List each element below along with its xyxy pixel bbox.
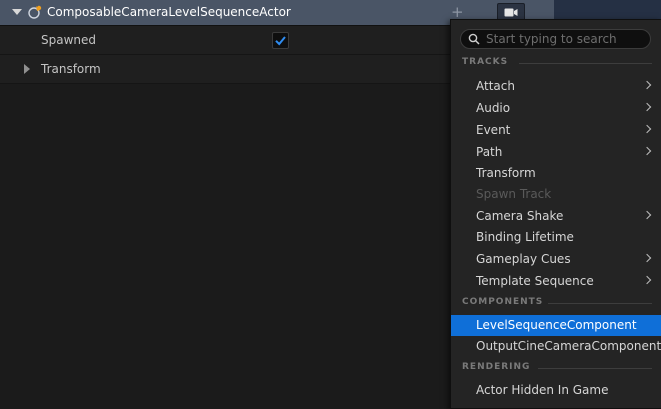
property-row-spawned: Spawned	[0, 26, 450, 55]
menu-item-attach[interactable]: Attach	[451, 76, 661, 97]
menu-item-output-cine-camera-component[interactable]: OutputCineCameraComponent	[451, 336, 661, 357]
chevron-right-icon	[642, 124, 652, 134]
chevron-right-icon	[642, 80, 652, 90]
actor-icon	[27, 4, 43, 20]
chevron-right-icon	[642, 210, 652, 220]
spawned-checkbox[interactable]	[272, 32, 289, 49]
menu-item-camera-shake[interactable]: Camera Shake	[451, 206, 661, 227]
menu-item-gameplay-cues[interactable]: Gameplay Cues	[451, 249, 661, 270]
menu-item-template-sequence[interactable]: Template Sequence	[451, 271, 661, 292]
collapse-arrow-icon[interactable]	[12, 9, 22, 15]
chevron-right-icon	[642, 146, 652, 156]
menu-item-actor-hidden-in-game[interactable]: Actor Hidden In Game	[451, 380, 661, 401]
sequencer-panel: ComposableCameraLevelSequenceActor + Spa…	[0, 0, 661, 409]
chevron-right-icon	[642, 102, 652, 112]
menu-item-transform[interactable]: Transform	[451, 163, 661, 184]
property-label: Spawned	[41, 33, 97, 47]
details-empty-area	[0, 85, 450, 409]
menu-item-event[interactable]: Event	[451, 120, 661, 141]
add-track-menu: TRACKS Attach Audio Event Path Transform…	[450, 19, 661, 409]
menu-item-spawn-track: Spawn Track	[476, 187, 552, 201]
property-label: Transform	[41, 62, 101, 76]
search-box[interactable]	[460, 29, 651, 49]
menu-item-audio[interactable]: Audio	[451, 98, 661, 119]
menu-item-binding-lifetime[interactable]: Binding Lifetime	[451, 227, 661, 248]
checkmark-icon	[275, 36, 286, 46]
chevron-right-icon	[642, 253, 652, 263]
actor-binding-row[interactable]: ComposableCameraLevelSequenceActor	[0, 0, 450, 26]
section-header-tracks: TRACKS	[462, 57, 652, 71]
menu-item-level-sequence-component[interactable]: LevelSequenceComponent	[451, 315, 661, 336]
camera-icon	[504, 8, 518, 17]
property-row-transform[interactable]: Transform	[0, 55, 450, 84]
search-input[interactable]	[486, 31, 646, 47]
menu-item-path[interactable]: Path	[451, 142, 661, 163]
search-icon	[468, 33, 480, 45]
expand-arrow-icon[interactable]	[24, 64, 30, 74]
chevron-right-icon	[642, 275, 652, 285]
section-header-rendering: RENDERING	[462, 362, 652, 376]
actor-name: ComposableCameraLevelSequenceActor	[47, 5, 291, 19]
section-header-components: COMPONENTS	[462, 297, 652, 311]
